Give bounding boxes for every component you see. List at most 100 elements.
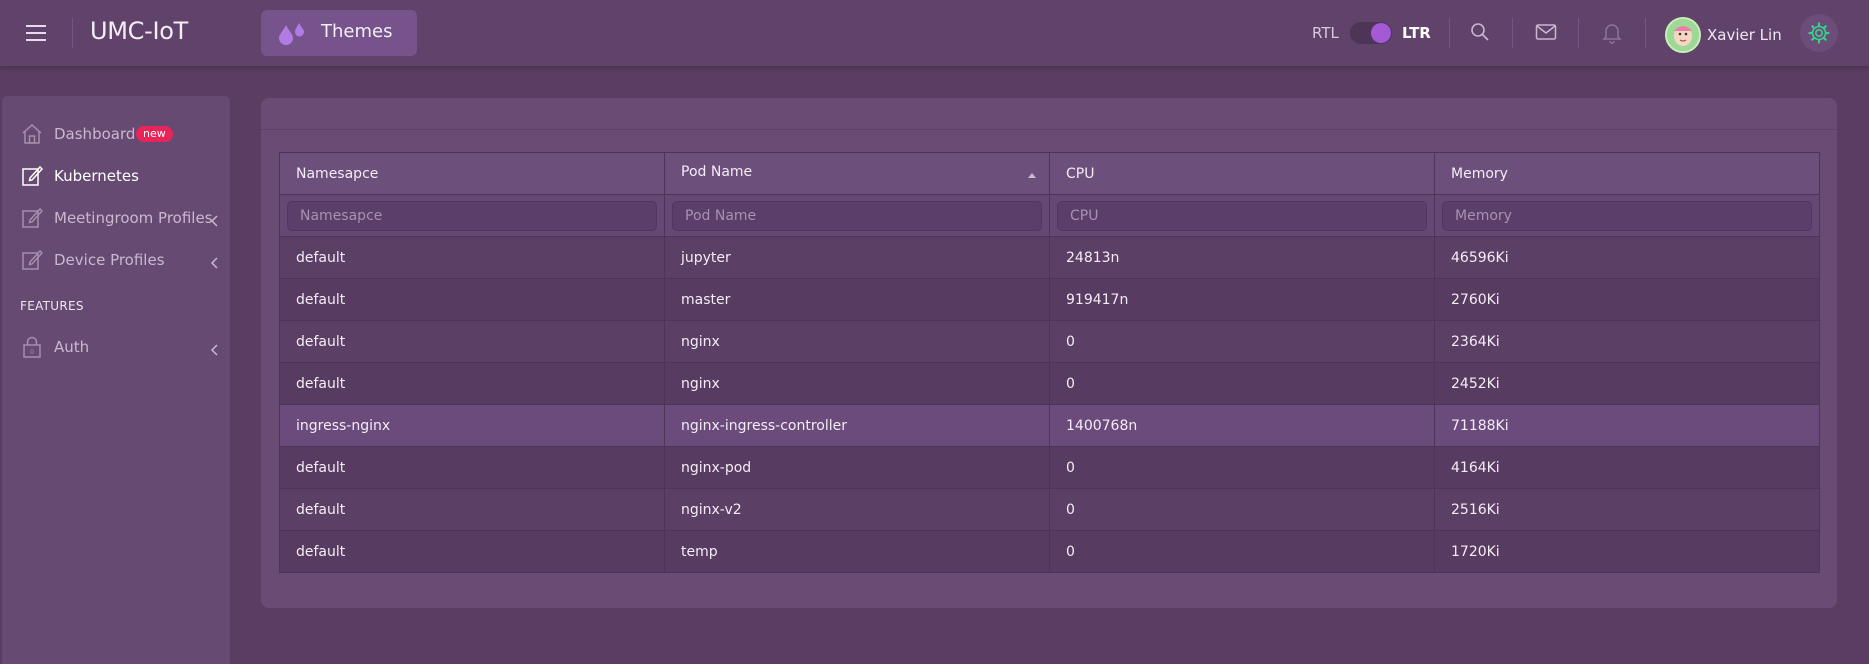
- hamburger-menu-icon[interactable]: [26, 25, 46, 41]
- table-row[interactable]: ingress-nginx nginx-ingress-controller 140…: [279, 404, 1820, 447]
- table-cell: 1720Ki: [1434, 530, 1820, 573]
- column-header-cpu[interactable]: CPU: [1049, 152, 1435, 195]
- filter-cell: [1049, 194, 1435, 237]
- sidebar-item-dashboard[interactable]: Dashboard new: [2, 116, 230, 152]
- table-row[interactable]: default temp 0 1720Ki: [279, 530, 1820, 573]
- avatar: [1665, 17, 1701, 53]
- header-divider: [1512, 18, 1513, 48]
- app-title: UMC-IoT: [90, 17, 189, 45]
- table-cell: 2364Ki: [1434, 320, 1820, 363]
- new-badge: new: [136, 126, 173, 142]
- table-cell: default: [279, 530, 665, 573]
- filter-cell: [279, 194, 665, 237]
- sidebar-item-kubernetes[interactable]: Kubernetes: [2, 158, 230, 194]
- column-header-memory[interactable]: Memory: [1434, 152, 1820, 195]
- pods-card: Namesapce Pod Name CPU Memory defaultjup…: [261, 98, 1837, 608]
- table-filter-row: [279, 194, 1820, 237]
- pod-name-filter-input[interactable]: [672, 200, 1042, 231]
- sidebar-item-device-profiles[interactable]: Device Profiles: [2, 242, 230, 278]
- table-cell: 71188Ki: [1434, 404, 1820, 447]
- table-cell: nginx: [664, 320, 1050, 363]
- table-cell: 2760Ki: [1434, 278, 1820, 321]
- table-cell: default: [279, 236, 665, 279]
- table-cell: 1400768n: [1049, 404, 1435, 447]
- table-cell: 0: [1049, 446, 1435, 489]
- edit-icon: [20, 164, 44, 192]
- table-row[interactable]: default master 919417n 2760Ki: [279, 278, 1820, 321]
- table-cell: nginx-v2: [664, 488, 1050, 531]
- filter-cell: [664, 194, 1050, 237]
- table-cell: 24813n: [1049, 236, 1435, 279]
- sidebar-item-auth[interactable]: 0 Auth: [2, 329, 230, 365]
- table-cell: jupyter: [664, 236, 1050, 279]
- namespace-filter-input[interactable]: [287, 200, 657, 231]
- table-cell: default: [279, 320, 665, 363]
- settings-button[interactable]: [1800, 14, 1838, 52]
- sort-ascending-icon: [1027, 167, 1037, 183]
- mail-icon[interactable]: [1535, 22, 1557, 46]
- table-row[interactable]: default nginx-v2 0 2516Ki: [279, 488, 1820, 531]
- user-name: Xavier Lin: [1707, 26, 1782, 44]
- pods-table: Namesapce Pod Name CPU Memory defaultjup…: [279, 152, 1820, 573]
- table-cell: 4164Ki: [1434, 446, 1820, 489]
- table-cell: ingress-nginx: [279, 404, 665, 447]
- cpu-filter-input[interactable]: [1057, 200, 1427, 231]
- table-cell: 0: [1049, 530, 1435, 573]
- features-section-title: FEATURES: [20, 299, 84, 313]
- header-divider: [1645, 18, 1646, 48]
- table-cell: master: [664, 278, 1050, 321]
- sidebar-item-label: Kubernetes: [54, 167, 139, 185]
- column-header-pod-name[interactable]: Pod Name: [664, 152, 1050, 195]
- edit-icon: [20, 206, 44, 234]
- table-cell: 0: [1049, 320, 1435, 363]
- drop-icon: [277, 22, 307, 50]
- table-row[interactable]: default nginx 0 2364Ki: [279, 320, 1820, 363]
- chevron-left-icon: [210, 254, 218, 273]
- sidebar: Dashboard new Kubernetes Meetingroom Pro…: [2, 96, 230, 664]
- search-icon[interactable]: [1470, 22, 1490, 46]
- sidebar-item-label: Meetingroom Profiles: [54, 209, 213, 227]
- header-divider: [1578, 18, 1579, 48]
- table-cell: nginx-pod: [664, 446, 1050, 489]
- sidebar-item-label: Device Profiles: [54, 251, 165, 269]
- table-cell: 2452Ki: [1434, 362, 1820, 405]
- table-cell: default: [279, 362, 665, 405]
- sidebar-item-label: Dashboard: [54, 125, 136, 143]
- themes-label: Themes: [321, 21, 393, 42]
- table-cell: temp: [664, 530, 1050, 573]
- chevron-left-icon: [210, 212, 218, 231]
- rtl-label: RTL: [1312, 24, 1339, 42]
- table-body: default jupyter 24813n 46596Ki default master…: [279, 236, 1820, 573]
- table-cell: 0: [1049, 488, 1435, 531]
- table-cell: 0: [1049, 362, 1435, 405]
- themes-button[interactable]: Themes: [261, 10, 417, 56]
- table-cell: nginx-ingress-controller: [664, 404, 1050, 447]
- memory-filter-input[interactable]: [1442, 200, 1812, 231]
- toggle-knob: [1371, 23, 1391, 43]
- sidebar-item-meetingroom-profiles[interactable]: Meetingroom Profiles: [2, 200, 230, 236]
- table-cell: 2516Ki: [1434, 488, 1820, 531]
- table-header-row: Namesapce Pod Name CPU Memory: [279, 152, 1820, 195]
- table-row[interactable]: default jupyter 24813n 46596Ki: [279, 236, 1820, 279]
- column-header-namespace[interactable]: Namesapce: [279, 152, 665, 195]
- lock-icon: 0: [20, 335, 44, 363]
- table-cell: nginx: [664, 362, 1050, 405]
- direction-toggle[interactable]: [1350, 22, 1392, 44]
- column-header-label: Pod Name: [681, 164, 753, 180]
- svg-text:0: 0: [30, 349, 34, 356]
- sidebar-item-label: Auth: [54, 338, 90, 356]
- bell-icon[interactable]: [1602, 22, 1622, 48]
- header-divider: [72, 18, 73, 48]
- ltr-label: LTR: [1402, 24, 1431, 42]
- table-row[interactable]: default nginx 0 2452Ki: [279, 362, 1820, 405]
- table-cell: 46596Ki: [1434, 236, 1820, 279]
- card-divider: [261, 129, 1837, 130]
- table-cell: 919417n: [1049, 278, 1435, 321]
- top-header: UMC-IoT Themes RTL LTR Xavier Lin: [0, 0, 1869, 66]
- edit-icon: [20, 248, 44, 276]
- filter-cell: [1434, 194, 1820, 237]
- table-cell: default: [279, 488, 665, 531]
- header-divider: [1449, 18, 1450, 48]
- home-icon: [20, 122, 44, 150]
- table-row[interactable]: default nginx-pod 0 4164Ki: [279, 446, 1820, 489]
